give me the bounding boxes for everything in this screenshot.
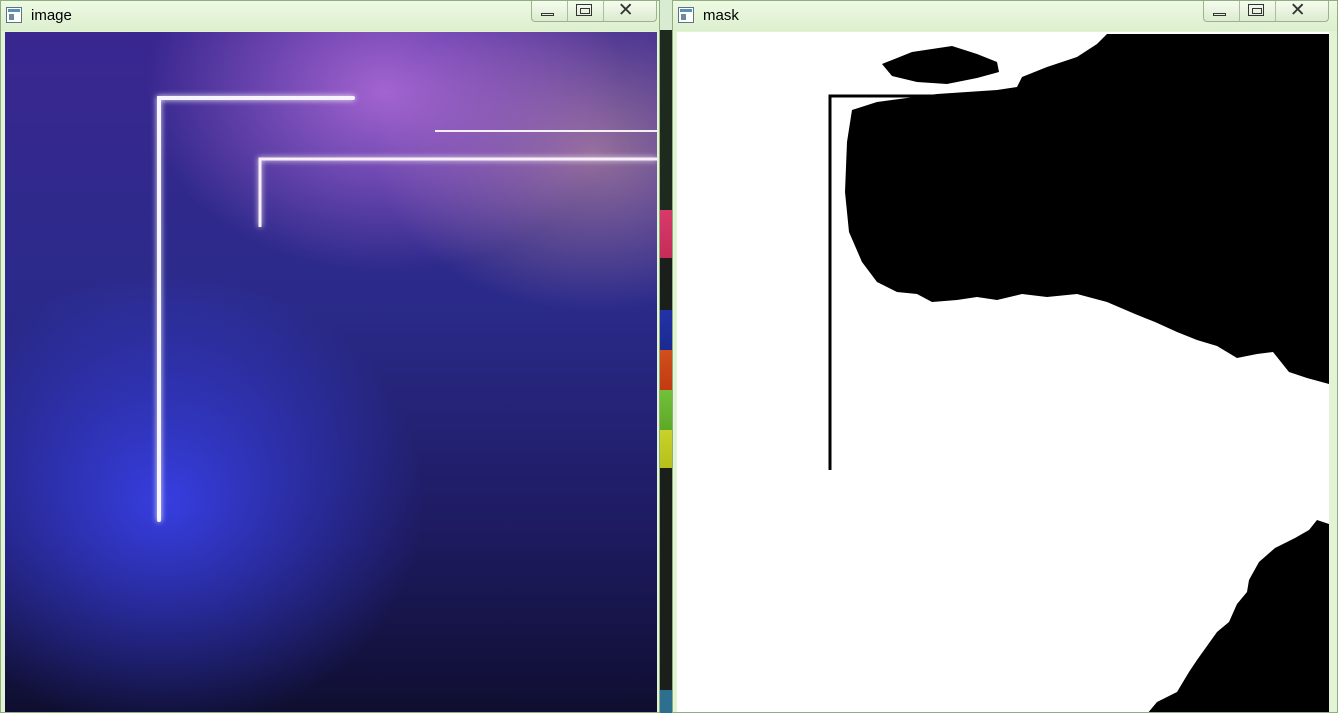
mask-window[interactable]: mask ✕ — [672, 0, 1338, 713]
image-window-controls: ✕ — [531, 1, 657, 22]
neon-l-shape-pink — [258, 157, 657, 227]
minimize-button[interactable] — [1204, 1, 1240, 21]
mask-window-title: mask — [703, 7, 739, 24]
close-icon: ✕ — [617, 0, 634, 21]
maximize-button[interactable] — [1240, 1, 1276, 21]
maximize-icon — [1247, 4, 1264, 16]
image-window-titlebar[interactable]: image ✕ — [1, 1, 659, 31]
image-canvas[interactable] — [5, 32, 657, 712]
mask-render — [828, 34, 1329, 712]
background-app-strip — [660, 0, 672, 713]
neon-l-shape-blue — [157, 96, 355, 522]
mask-window-controls: ✕ — [1203, 1, 1329, 22]
mask-black-region-cap — [882, 46, 999, 84]
mask-window-titlebar[interactable]: mask ✕ — [673, 1, 1337, 31]
mask-black-region-top — [845, 34, 1329, 384]
close-icon: ✕ — [1289, 0, 1306, 21]
mask-canvas[interactable] — [677, 32, 1329, 712]
close-button[interactable]: ✕ — [604, 1, 656, 21]
image-window[interactable]: image ✕ — [0, 0, 660, 713]
image-render — [157, 96, 657, 522]
maximize-icon — [575, 4, 592, 16]
image-window-title: image — [31, 7, 72, 24]
window-app-icon[interactable] — [6, 7, 22, 23]
minimize-icon — [1213, 13, 1226, 16]
minimize-icon — [541, 13, 554, 16]
window-app-icon[interactable] — [678, 7, 694, 23]
close-button[interactable]: ✕ — [1276, 1, 1328, 21]
maximize-button[interactable] — [568, 1, 604, 21]
minimize-button[interactable] — [532, 1, 568, 21]
mask-black-region-bottom — [1148, 520, 1329, 712]
